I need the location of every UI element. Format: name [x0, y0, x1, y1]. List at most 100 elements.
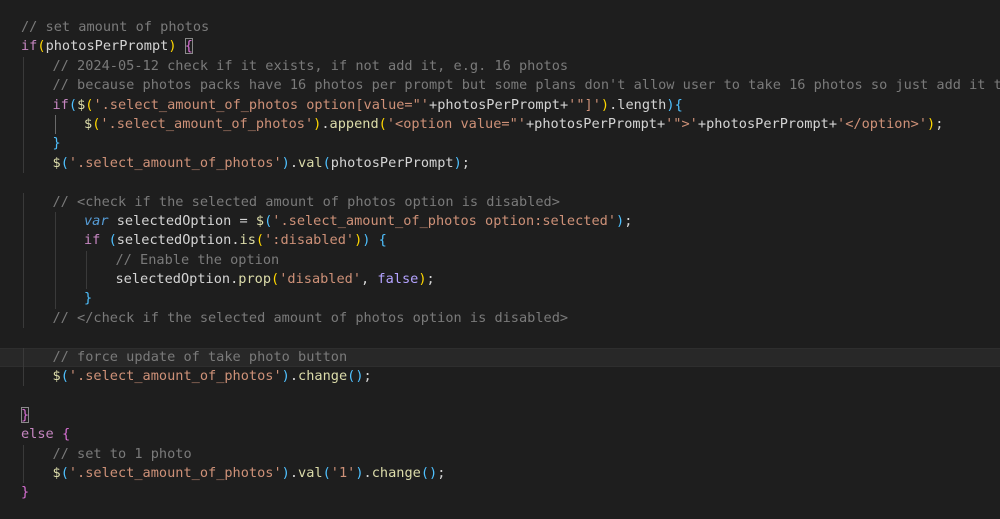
code-token: + [828, 115, 838, 132]
code-token: ) [355, 368, 364, 385]
code-line-content: } [21, 135, 61, 151]
code-token: append [329, 115, 379, 132]
code-token: '</option>' [837, 115, 928, 132]
code-token: } [52, 135, 61, 152]
code-token: ) [429, 464, 438, 481]
code-line[interactable]: else { [0, 425, 1000, 444]
code-token: ( [37, 38, 46, 55]
code-line-content: } [21, 484, 29, 500]
code-token: ) [616, 212, 625, 229]
code-token: ( [255, 232, 265, 249]
code-token: // 2024-05-12 check if it exists, if not… [52, 57, 569, 74]
code-line[interactable] [0, 328, 1000, 347]
code-token: val [298, 154, 323, 171]
code-token: $ [84, 115, 93, 132]
code-token: { [378, 232, 387, 249]
code-token: // Enable the option [115, 251, 280, 268]
code-token: $ [52, 368, 61, 385]
code-line[interactable]: // set to 1 photo [0, 444, 1000, 464]
code-token: '.select_amount_of_photos' [68, 368, 282, 385]
code-token: ( [378, 115, 387, 132]
code-line[interactable] [0, 173, 1000, 192]
code-line[interactable]: // 2024-05-12 check if it exists, if not… [0, 56, 1000, 77]
code-token: . [363, 464, 372, 481]
code-token: prop [238, 271, 272, 288]
code-line[interactable]: // because photos packs have 16 photos p… [0, 76, 1000, 96]
code-token: } [21, 406, 30, 423]
code-token: ( [68, 96, 78, 113]
code-token: ; [363, 368, 372, 385]
code-line[interactable]: if($('.select_amount_of_photos option[va… [0, 95, 1000, 115]
code-token: '<option value="' [386, 115, 526, 132]
code-line[interactable]: // Enable the option [0, 250, 1000, 271]
code-token: + [525, 115, 535, 132]
code-line-content: // force update of take photo button [21, 349, 348, 365]
code-token: // <check if the selected amount of phot… [52, 193, 560, 210]
code-token: if [52, 96, 69, 113]
code-token: // because photos packs have 16 photos p… [52, 77, 1000, 94]
code-token: '.select_amount_of_photos option:selecte… [272, 212, 616, 229]
code-line[interactable]: if(photosPerPrompt) { [0, 37, 1000, 56]
code-line[interactable]: } [0, 406, 1000, 425]
code-line[interactable]: selectedOption.prop('disabled', false); [0, 270, 1000, 290]
code-token: '.select_amount_of_photos' [68, 464, 282, 481]
code-line[interactable]: // force update of take photo button [0, 347, 1000, 368]
code-line[interactable]: var selectedOption = $('.select_amount_o… [0, 211, 1000, 232]
code-token: ( [271, 271, 280, 288]
code-token: // </check if the selected amount of pho… [52, 309, 569, 326]
code-line[interactable]: } [0, 289, 1000, 309]
code-line-content: // </check if the selected amount of pho… [21, 309, 569, 326]
code-token: ( [60, 368, 69, 385]
code-token: ':disabled' [264, 232, 355, 249]
code-token: ( [322, 154, 331, 171]
code-token: .length [609, 96, 667, 113]
code-line[interactable]: // </check if the selected amount of pho… [0, 308, 1000, 329]
code-line[interactable]: } [0, 483, 1000, 502]
code-line-content: if(photosPerPrompt) { [21, 38, 193, 55]
code-token: + [697, 115, 707, 132]
code-line-content: // 2024-05-12 check if it exists, if not… [21, 57, 569, 74]
code-line[interactable]: } [0, 134, 1000, 154]
code-token: // set to 1 photo [52, 445, 192, 462]
code-line[interactable]: $('.select_amount_of_photos').append('<o… [0, 114, 1000, 135]
code-token: $ [52, 464, 61, 481]
code-token: ) [168, 38, 177, 55]
code-token: selectedOption [115, 271, 231, 288]
code-line[interactable]: $('.select_amount_of_photos').change(); [0, 367, 1000, 387]
code-token: if [21, 38, 38, 55]
code-line[interactable]: $('.select_amount_of_photos').val(photos… [0, 153, 1000, 174]
code-token: change [371, 464, 421, 481]
code-token: selectedOption = [108, 212, 256, 229]
code-line[interactable]: // <check if the selected amount of phot… [0, 192, 1000, 212]
code-line[interactable] [0, 386, 1000, 405]
code-token: ) [355, 464, 364, 481]
code-token: ; [461, 154, 470, 171]
code-token: if [84, 232, 101, 249]
code-line-content: // set amount of photos [21, 19, 209, 35]
code-token: ( [420, 464, 430, 481]
code-token: photosPerPrompt [45, 38, 169, 55]
code-token: change [298, 368, 348, 385]
code-token: ; [426, 271, 435, 288]
code-token: . [289, 368, 299, 385]
code-token: { [674, 96, 683, 113]
code-token: var [84, 212, 109, 229]
code-token: . [231, 232, 240, 249]
code-token: ) [927, 115, 936, 132]
code-token: + [656, 115, 666, 132]
code-token: ( [108, 232, 117, 249]
code-token: ) [600, 96, 610, 113]
code-token: + [559, 96, 569, 113]
code-line[interactable]: if (selectedOption.is(':disabled')) { [0, 231, 1000, 251]
code-token: else [21, 426, 54, 443]
code-editor[interactable]: // set amount of photos if(photosPerPromp… [0, 0, 1000, 519]
code-token: selectedOption [116, 232, 232, 249]
code-line[interactable]: // set amount of photos [0, 18, 1000, 37]
code-token: is [239, 232, 256, 249]
code-line[interactable]: $('.select_amount_of_photos').val('1').c… [0, 463, 1000, 484]
code-line-content: selectedOption.prop('disabled', false); [21, 271, 435, 287]
code-line-content: } [21, 406, 30, 423]
code-line-content: $('.select_amount_of_photos').val(photos… [21, 155, 470, 171]
